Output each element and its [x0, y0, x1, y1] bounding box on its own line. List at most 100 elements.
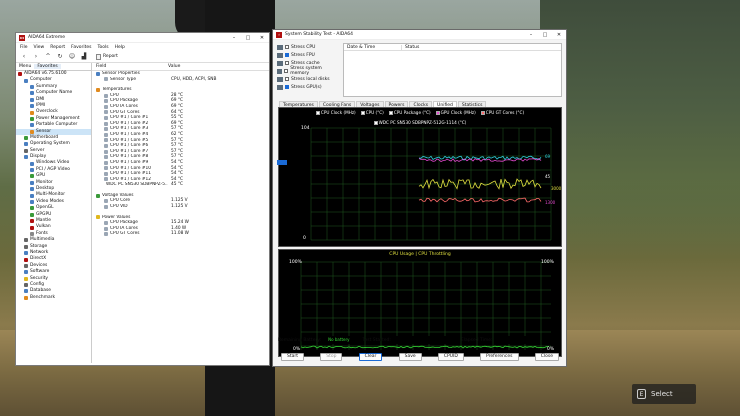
tree-item-icon: [30, 187, 34, 192]
stress-option-stress-fpu[interactable]: Stress FPU: [277, 51, 337, 59]
save-button[interactable]: Save: [398, 353, 422, 361]
sensor-row[interactable]: CPU VID 1.125 V: [92, 204, 269, 210]
tree-item-benchmark[interactable]: Benchmark: [16, 295, 91, 301]
tree-item-icon: [24, 270, 28, 275]
stress-options: Stress CPU Stress FPU Stress cache Stress s…: [277, 43, 337, 97]
device-icon: [277, 60, 283, 66]
tree-item-icon: [24, 148, 28, 153]
checkbox[interactable]: [285, 77, 289, 81]
battery-value: No battery: [325, 336, 353, 344]
sensor-icon: [104, 138, 108, 143]
column-date-time: Date & Time: [344, 44, 402, 50]
sensor-icon: [104, 110, 108, 115]
maximize-icon[interactable]: □: [538, 32, 552, 38]
tree-item-icon: [30, 193, 34, 198]
checkbox[interactable]: [285, 45, 289, 49]
graph-scroll-handle[interactable]: [277, 160, 287, 165]
menu-item-favorites[interactable]: Favorites: [71, 45, 91, 50]
back-icon[interactable]: ‹: [20, 53, 28, 61]
sensor-icon: [104, 171, 108, 176]
stress-option-stress-cpu[interactable]: Stress CPU: [277, 43, 337, 51]
aida64-toolbar: ‹ › ^ ↻ ☺ ▟ Report: [16, 51, 269, 63]
checkbox[interactable]: [285, 53, 289, 57]
elapsed-value: [496, 336, 529, 344]
maximize-icon[interactable]: □: [241, 35, 255, 41]
user-icon[interactable]: ☺: [68, 53, 76, 61]
stress-option-stress-system-memory[interactable]: Stress system memory: [277, 66, 337, 76]
gt-cores-line: [418, 197, 542, 203]
sensor-icon: [104, 232, 108, 237]
close-button[interactable]: Close: [534, 353, 559, 361]
tree-item-icon: [24, 283, 28, 288]
aida64-menubar: File View Report Favorites Tools Help: [16, 43, 269, 51]
forward-icon[interactable]: ›: [32, 53, 40, 61]
tree-item-icon: [30, 212, 34, 217]
tree-item-icon: [30, 110, 34, 115]
aida64-app-icon: 64: [19, 34, 25, 41]
cpu-package-line: [418, 157, 542, 163]
tree-item-icon: [30, 84, 34, 89]
stability-titlebar[interactable]: ⚡ System Stability Test - AIDA64 – □ ✕: [273, 30, 566, 40]
clear-button[interactable]: Clear: [358, 353, 383, 361]
tree-item-icon: [30, 116, 34, 121]
checkbox[interactable]: [285, 61, 289, 65]
close-icon[interactable]: ✕: [255, 35, 269, 41]
sensor-icon: [104, 199, 108, 204]
preferences-button[interactable]: Preferences: [480, 353, 519, 361]
minimize-icon[interactable]: –: [227, 35, 241, 41]
sensor-icon: [104, 99, 108, 104]
tree-item-icon: [30, 206, 34, 211]
tree-item-icon: [30, 104, 34, 109]
column-value[interactable]: Value: [168, 64, 180, 69]
sensor-row[interactable]: CPU GT Cores 11.08 W: [92, 231, 269, 237]
stress-option-stress-gpu-s-[interactable]: Stress GPU(s): [277, 83, 337, 91]
close-icon[interactable]: ✕: [552, 32, 566, 38]
test-started-label: Test Started:: [362, 337, 391, 343]
minimize-icon[interactable]: –: [524, 32, 538, 38]
checkbox[interactable]: [285, 85, 289, 89]
stress-option-label: Stress cache: [291, 60, 320, 66]
up-icon[interactable]: ^: [44, 53, 52, 61]
menu-item-file[interactable]: File: [20, 45, 28, 50]
action-buttons: Start Stop Clear Save CPUID Preferences …: [278, 352, 562, 362]
start-button[interactable]: Start: [281, 353, 304, 361]
column-field[interactable]: Field: [92, 64, 168, 69]
tree-item-icon: [18, 72, 22, 77]
select-hint[interactable]: E Select: [632, 384, 696, 404]
report-label: Report: [103, 54, 118, 59]
sensor-icon: [104, 166, 108, 171]
menu-item-view[interactable]: View: [34, 45, 45, 50]
device-icon: [277, 44, 283, 50]
stress-option-stress-local-disks[interactable]: Stress local disks: [277, 75, 337, 83]
tree-item-icon: [30, 97, 34, 102]
device-icon: [277, 84, 283, 90]
report-button[interactable]: Report: [96, 53, 118, 60]
chart-icon[interactable]: ▟: [80, 53, 88, 61]
tree-item-icon: [30, 180, 34, 185]
sensor-row[interactable]: WDC PC SN530 SDBPNPZ-5... 45 °C: [92, 182, 269, 188]
tree-item-icon: [30, 123, 34, 128]
graph1-right-label-4: 1300: [545, 200, 556, 205]
tree-item-icon: [30, 174, 34, 179]
select-hint-label: Select: [651, 390, 673, 398]
tab-favorites[interactable]: Favorites: [34, 64, 61, 69]
sensor-row[interactable]: Sensor Type CPU, HDD, ACPI, SNB: [92, 77, 269, 83]
graph1-right-label-2: 45: [545, 174, 551, 179]
section-icon: [96, 71, 100, 76]
tab-menu[interactable]: Menu: [16, 64, 34, 69]
cpu-usage-line: [300, 345, 549, 349]
section-icon: [96, 215, 100, 220]
sensor-value: CPU, HDD, ACPI, SNB: [171, 76, 217, 82]
checkbox[interactable]: [284, 69, 289, 73]
column-status: Status: [405, 44, 420, 50]
stop-button[interactable]: Stop: [320, 353, 343, 361]
menu-item-tools[interactable]: Tools: [97, 45, 108, 50]
menu-item-report[interactable]: Report: [50, 45, 65, 50]
menu-item-help[interactable]: Help: [115, 45, 125, 50]
sensor-icon: [104, 127, 108, 132]
test-started-value: [394, 336, 447, 344]
aida64-titlebar[interactable]: 64 AIDA64 Extreme – □ ✕: [16, 33, 269, 43]
status-table: Date & Time Status: [343, 43, 562, 97]
cpuid-button[interactable]: CPUID: [437, 353, 464, 361]
refresh-icon[interactable]: ↻: [56, 53, 64, 61]
